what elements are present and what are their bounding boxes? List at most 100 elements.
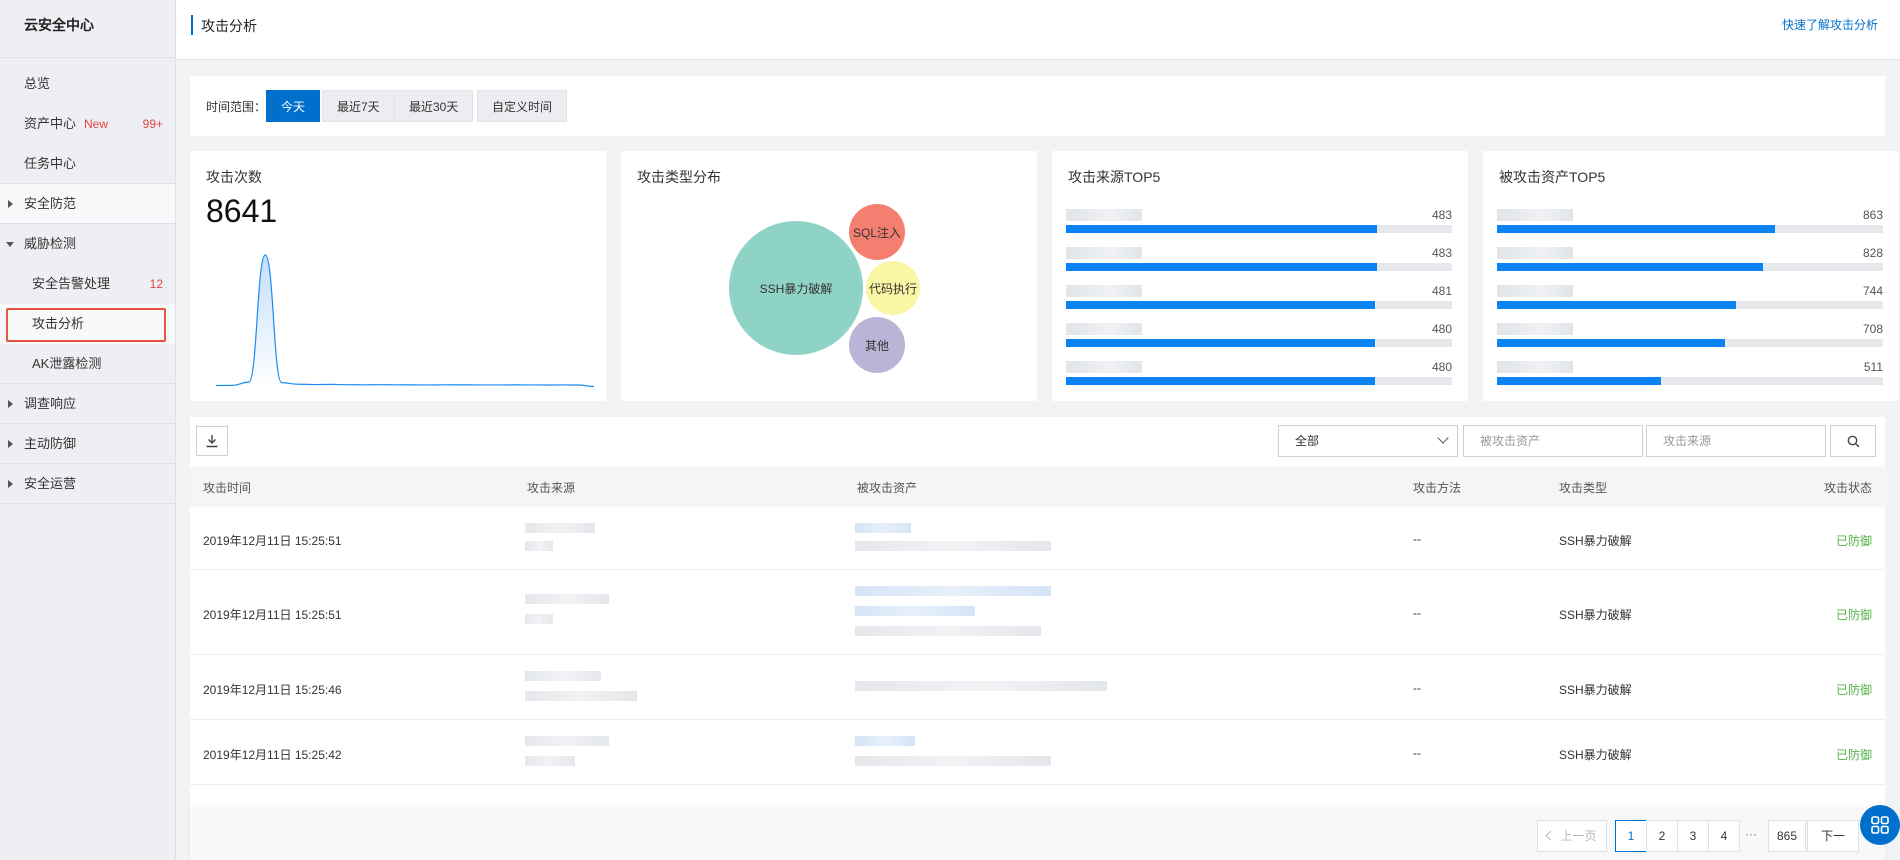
column-header[interactable]: 攻击状态 <box>1824 479 1872 496</box>
caret-right-icon <box>8 200 13 208</box>
prev-page-button[interactable]: 上一页 <box>1537 820 1607 852</box>
attack-time: 2019年12月11日 15:25:42 <box>203 748 342 762</box>
page-ellipsis: ··· <box>1745 827 1757 841</box>
column-header[interactable]: 攻击时间 <box>203 479 251 496</box>
sidebar-item-label: 调查响应 <box>24 396 77 411</box>
asset-top5-value: 511 <box>1863 360 1883 374</box>
sidebar-group-active-defense[interactable]: 主动防御 <box>0 424 175 464</box>
asset-top5-value: 744 <box>1862 284 1883 298</box>
attack-type-filter-select[interactable]: 全部 <box>1278 425 1458 457</box>
help-link[interactable]: 快速了解攻击分析 <box>1782 16 1878 33</box>
redacted-label <box>1497 323 1573 335</box>
time-option-today[interactable]: 今天 <box>266 90 321 122</box>
sidebar-item-ak-leak[interactable]: AK泄露检测 <box>0 344 175 384</box>
asset-top5-row[interactable]: 828 <box>1497 245 1885 273</box>
asset-top5-value: 708 <box>1862 322 1883 336</box>
status-badge: 已防御 <box>1836 534 1873 548</box>
bubble-sql[interactable]: SQL注入 <box>849 204 905 260</box>
asset-top5-row[interactable]: 863 <box>1497 207 1885 235</box>
sidebar-group-investigation[interactable]: 调查响应 <box>0 384 175 424</box>
source-top5-bar <box>1066 263 1377 271</box>
apps-button[interactable] <box>1860 805 1900 845</box>
source-search-input[interactable] <box>1646 425 1826 457</box>
bubble-code-exec[interactable]: 代码执行 <box>866 261 920 315</box>
next-page-button[interactable]: 下一页 <box>1807 820 1859 860</box>
page-3[interactable]: 3 <box>1677 820 1709 852</box>
sidebar-item-alert-handling[interactable]: 安全告警处理 12 <box>0 264 175 304</box>
asset-search-input[interactable] <box>1463 425 1643 457</box>
time-option-30days[interactable]: 最近30天 <box>394 90 474 122</box>
download-button[interactable] <box>196 426 228 456</box>
sidebar-group-security-protection[interactable]: 安全防范 <box>0 184 175 224</box>
card-title: 攻击来源TOP5 <box>1068 169 1161 185</box>
source-top5-row[interactable]: 483 <box>1066 245 1454 273</box>
table-row[interactable]: 2019年12月11日 15:25:51 -- SSH暴力破解 已防御 <box>190 507 1885 570</box>
asset-top5-bar <box>1497 301 1737 309</box>
source-top5-row[interactable]: 480 <box>1066 359 1454 387</box>
trend-area <box>216 255 594 387</box>
sidebar-item-task-center[interactable]: 任务中心 <box>0 144 175 184</box>
sidebar-title: 云安全中心 <box>0 0 175 58</box>
search-icon <box>1847 435 1859 447</box>
attack-method: -- <box>1413 746 1421 760</box>
redacted-source <box>525 691 637 701</box>
attack-type: SSH暴力破解 <box>1559 683 1632 697</box>
asset-top5-row[interactable]: 511 <box>1497 359 1885 387</box>
redacted-label <box>1066 209 1142 221</box>
asset-top5-row[interactable]: 744 <box>1497 283 1885 311</box>
page-last[interactable]: 865 <box>1768 820 1807 852</box>
bubble-ssh[interactable]: SSH暴力破解 <box>729 221 863 355</box>
page-1[interactable]: 1 <box>1615 820 1647 852</box>
sidebar-group-threat-detection[interactable]: 威胁检测 <box>0 224 175 264</box>
sidebar-group-security-ops[interactable]: 安全运营 <box>0 464 175 504</box>
sidebar: 云安全中心 总览 资产中心 New 99+ 任务中心 安全防范 威胁检测 安全告警处… <box>0 0 176 860</box>
caret-down-icon <box>6 242 14 247</box>
redacted-asset <box>855 523 911 533</box>
source-top5-row[interactable]: 480 <box>1066 321 1454 349</box>
sidebar-item-asset-center[interactable]: 资产中心 New 99+ <box>0 104 175 144</box>
attack-method: -- <box>1413 606 1421 620</box>
redacted-source <box>525 756 575 766</box>
bar-track <box>1066 263 1452 271</box>
redacted-source <box>525 541 553 551</box>
source-top5-value: 483 <box>1431 246 1452 260</box>
bubble-other[interactable]: 其他 <box>849 317 905 373</box>
search-button[interactable] <box>1830 425 1876 457</box>
time-range-label: 时间范围： <box>206 100 267 114</box>
card-title: 被攻击资产TOP5 <box>1499 169 1606 185</box>
asset-top5-bar <box>1497 225 1775 233</box>
page-2[interactable]: 2 <box>1646 820 1678 852</box>
sidebar-item-attack-analysis[interactable]: 攻击分析 <box>0 304 175 344</box>
caret-right-icon <box>8 440 13 448</box>
redacted-asset <box>855 541 1051 551</box>
column-header[interactable]: 攻击来源 <box>527 479 575 496</box>
sidebar-item-label: 安全防范 <box>24 196 77 211</box>
table-row[interactable]: 2019年12月11日 15:25:46 -- SSH暴力破解 已防御 <box>190 655 1885 720</box>
caret-right-icon <box>8 480 13 488</box>
column-header[interactable]: 攻击类型 <box>1559 479 1607 496</box>
asset-top5-row[interactable]: 708 <box>1497 321 1885 349</box>
selection-highlight <box>6 308 166 342</box>
asset-top5-bar <box>1497 377 1662 385</box>
sidebar-item-overview[interactable]: 总览 <box>0 64 175 104</box>
source-top5-row[interactable]: 483 <box>1066 207 1454 235</box>
status-badge: 已防御 <box>1836 748 1873 762</box>
source-top5-row[interactable]: 481 <box>1066 283 1454 311</box>
source-top5-value: 480 <box>1431 360 1452 374</box>
table-row[interactable]: 2019年12月11日 15:25:42 -- SSH暴力破解 已防御 <box>190 720 1885 785</box>
attack-time: 2019年12月11日 15:25:51 <box>203 534 342 548</box>
table-row[interactable]: 2019年12月11日 15:25:51 -- SSH暴力破解 已防御 <box>190 570 1885 655</box>
column-header[interactable]: 被攻击资产 <box>857 479 917 496</box>
caret-right-icon <box>8 400 13 408</box>
page-4[interactable]: 4 <box>1708 820 1740 852</box>
attack-time: 2019年12月11日 15:25:51 <box>203 608 342 622</box>
redacted-asset <box>855 606 975 616</box>
bar-track <box>1497 339 1883 347</box>
download-icon <box>206 435 218 448</box>
time-option-custom[interactable]: 自定义时间 <box>477 90 568 122</box>
redacted-source <box>525 671 601 681</box>
time-option-7days[interactable]: 最近7天 <box>322 90 395 122</box>
column-header[interactable]: 攻击方法 <box>1413 479 1461 496</box>
sidebar-item-label: 任务中心 <box>24 156 77 171</box>
asset-top5-bar <box>1497 339 1725 347</box>
